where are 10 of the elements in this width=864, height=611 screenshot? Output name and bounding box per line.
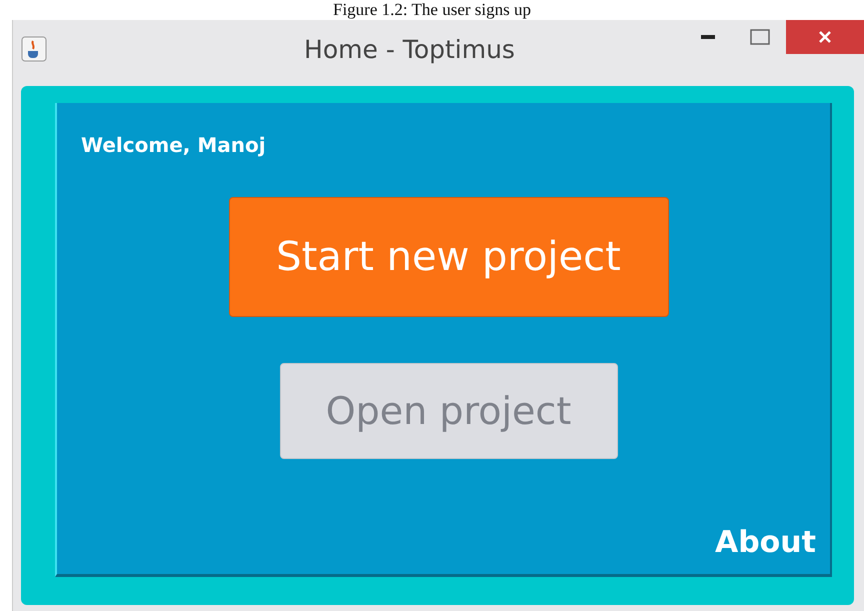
about-link[interactable]: About xyxy=(714,525,816,560)
minimize-icon xyxy=(700,34,716,40)
start-project-button[interactable]: Start new project xyxy=(228,197,668,317)
welcome-text: Welcome, Manoj xyxy=(81,133,266,157)
window-title: Home - Toptimus xyxy=(304,34,515,64)
close-icon xyxy=(818,30,832,44)
java-cup-icon xyxy=(21,36,47,62)
maximize-icon xyxy=(750,29,770,45)
figure-caption: Figure 1.2: The user signs up xyxy=(332,0,531,20)
close-button[interactable] xyxy=(786,20,864,54)
